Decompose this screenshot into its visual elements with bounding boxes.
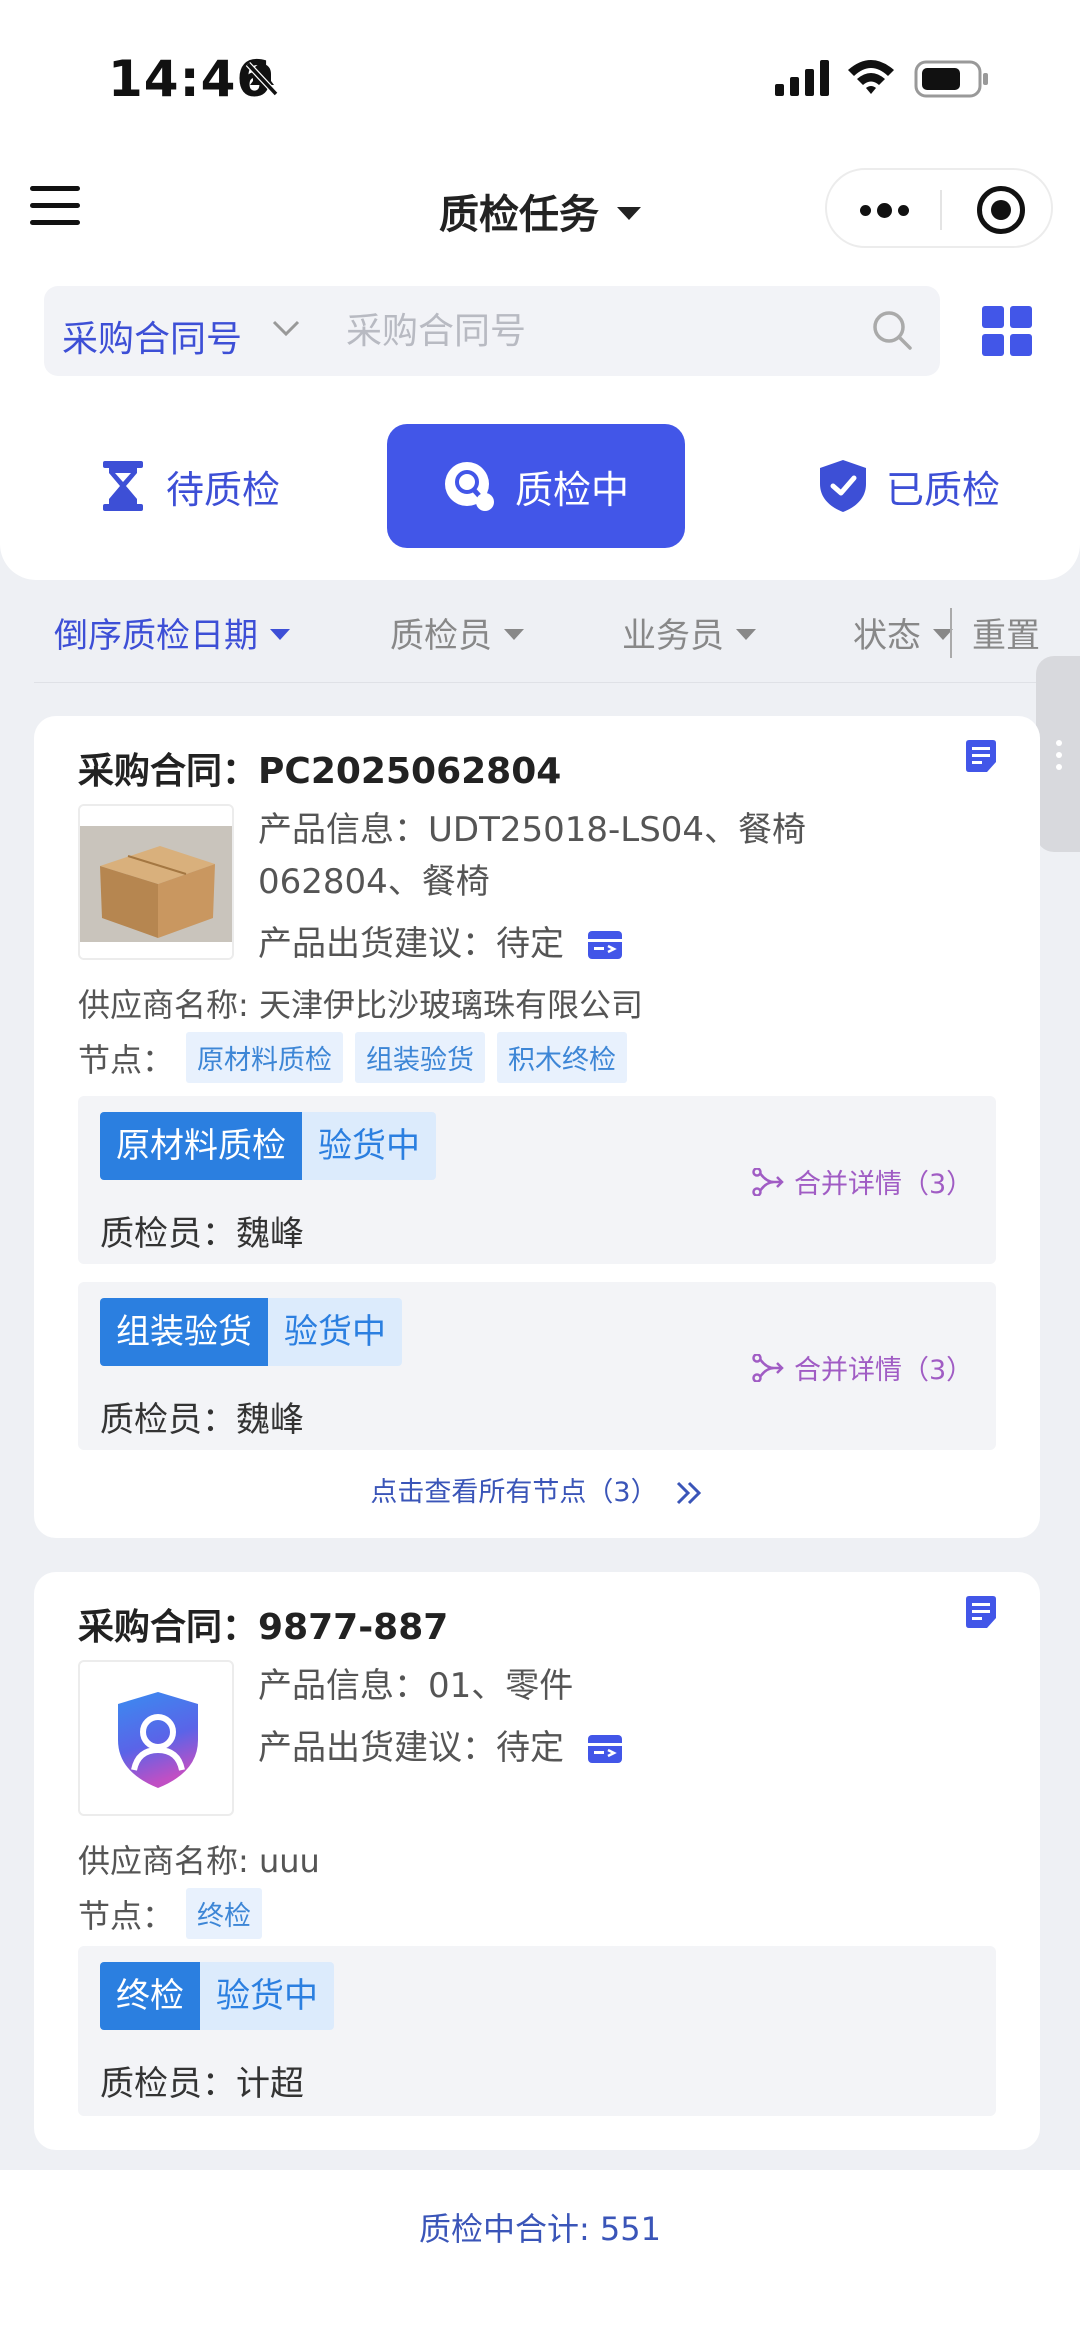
contract-title-prefix: 采购合同： [78, 751, 259, 792]
filter-divider-line [34, 682, 1046, 683]
hourglass-icon [102, 461, 143, 511]
inspector-name: 质检员：魏峰 [100, 1400, 304, 1440]
nodes-label: 节点： [78, 1896, 175, 1935]
page-title-text: 质检任务 [439, 192, 599, 238]
salesman-filter-label: 业务员 [622, 616, 724, 656]
inspecting-total: 质检中合计: 551 [418, 2210, 662, 2248]
stage-badge: 组装验货 验货中 [100, 1298, 402, 1366]
tab-inspecting[interactable]: 质检中 [387, 424, 685, 548]
caret-down-icon [736, 629, 756, 640]
search-type-select[interactable]: 采购合同号 [62, 310, 242, 362]
merge-details-label: 合并详情（3） [794, 1169, 974, 1200]
shipment-advice: 产品出货建议：待定 [258, 1722, 622, 1774]
product-info: 产品信息：UDT25018-LS04、餐椅062804、餐椅 [258, 810, 807, 902]
node-tags: 节点： 原材料质检 组装验货 积木终检 [78, 1032, 628, 1083]
sort-date-filter[interactable]: 倒序质检日期 [54, 608, 290, 657]
document-icon[interactable] [966, 740, 996, 772]
view-all-nodes-label: 点击查看所有节点（3） [370, 1477, 658, 1508]
tab-inspected[interactable]: 已质检 [790, 424, 1030, 548]
shipment-icon[interactable] [588, 929, 622, 961]
shipment-advice-text: 产品出货建议：待定 [258, 924, 564, 964]
nodes-label: 节点： [78, 1040, 175, 1079]
supplier-name: 供应商名称: uuu [78, 1842, 320, 1880]
filter-bar: 倒序质检日期 质检员 业务员 状态 重置 [0, 600, 1080, 680]
inspection-stage[interactable]: 原材料质检 验货中 合并详情（3） 质检员：魏峰 [78, 1096, 996, 1264]
caret-down-icon [504, 629, 524, 640]
inspector-name: 质检员：计超 [100, 2064, 304, 2104]
shipment-advice-text: 产品出货建议：待定 [258, 1728, 564, 1768]
wifi-icon [848, 60, 894, 94]
grid-view-icon[interactable] [982, 306, 1032, 356]
contract-number: PC2025062804 [258, 751, 562, 792]
caret-down-icon [617, 207, 641, 220]
summary-bar: 质检中合计: 551 [0, 2170, 1080, 2341]
chevron-down-icon[interactable] [266, 308, 306, 348]
contract-number: 9877-887 [258, 1607, 449, 1648]
stage-status: 验货中 [302, 1112, 436, 1180]
shipment-icon[interactable] [588, 1733, 622, 1765]
stage-badge: 原材料质检 验货中 [100, 1112, 436, 1180]
supplier-name: 供应商名称: 天津伊比沙玻璃珠有限公司 [78, 986, 643, 1024]
stage-name: 终检 [100, 1962, 200, 2030]
search-input[interactable] [346, 302, 866, 360]
node-tag: 组装验货 [355, 1032, 486, 1083]
contract-title: 采购合同：PC2025062804 [78, 742, 561, 794]
stage-status: 验货中 [268, 1298, 402, 1366]
salesman-filter[interactable]: 业务员 [622, 608, 756, 657]
merge-details-label: 合并详情（3） [794, 1355, 974, 1386]
product-thumbnail[interactable] [78, 804, 234, 960]
inspection-stage[interactable]: 终检 验货中 质检员：计超 [78, 1946, 996, 2116]
node-tags: 节点： 终检 [78, 1888, 263, 1939]
status-filter-label: 状态 [853, 616, 921, 656]
inspect-search-icon [444, 462, 494, 511]
tab-pending-label: 待质检 [165, 467, 280, 512]
shield-check-icon [819, 460, 866, 512]
close-target-icon[interactable] [977, 186, 1025, 234]
inspection-stage[interactable]: 组装验货 验货中 合并详情（3） 质检员：魏峰 [78, 1282, 996, 1450]
mini-program-capsule [825, 168, 1053, 248]
sort-date-label: 倒序质检日期 [54, 616, 258, 656]
cellular-signal-icon [775, 60, 829, 96]
node-tag: 积木终检 [497, 1032, 628, 1083]
inspector-name: 质检员：魏峰 [100, 1214, 304, 1254]
tab-inspected-label: 已质检 [885, 467, 1000, 512]
stage-name: 组装验货 [100, 1298, 268, 1366]
merge-icon [752, 1353, 784, 1382]
side-drawer-handle[interactable] [1036, 656, 1080, 852]
tab-pending-inspection[interactable]: 待质检 [60, 424, 320, 548]
product-thumbnail[interactable] [78, 1660, 234, 1816]
battery-icon [914, 60, 988, 98]
caret-down-icon [270, 629, 290, 640]
contract-card[interactable]: 采购合同：PC2025062804 产品信息：UDT25018-LS04、餐椅0… [34, 716, 1040, 1538]
more-options-icon[interactable] [860, 203, 909, 218]
node-tag: 原材料质检 [186, 1032, 344, 1083]
merge-details-link[interactable]: 合并详情（3） [752, 1348, 973, 1387]
search-icon[interactable] [870, 308, 916, 354]
search-bar: 采购合同号 [44, 286, 940, 376]
contract-title-prefix: 采购合同： [78, 1607, 259, 1648]
stage-status: 验货中 [200, 1962, 334, 2030]
merge-icon [752, 1167, 784, 1196]
tab-inspecting-label: 质检中 [514, 467, 629, 512]
node-tag: 终检 [186, 1888, 263, 1939]
cardboard-box-image [80, 806, 232, 958]
view-all-nodes-link[interactable]: 点击查看所有节点（3） [34, 1470, 1040, 1509]
reset-button[interactable]: 重置 [972, 608, 1040, 657]
bell-muted-icon [245, 61, 279, 97]
contract-title: 采购合同：9877-887 [78, 1598, 448, 1650]
inspector-filter-label: 质检员 [390, 616, 492, 656]
filter-divider [950, 608, 952, 658]
document-icon[interactable] [966, 1596, 996, 1628]
product-info: 产品信息：01、零件 [258, 1666, 574, 1706]
contract-card[interactable]: 采购合同：9877-887 产品信息：01、零件 产品出货建议：待定 供应商名称… [34, 1572, 1040, 2150]
double-chevron-right-icon [676, 1481, 701, 1505]
shipment-advice: 产品出货建议：待定 [258, 918, 622, 970]
user-shield-image [118, 1692, 198, 1788]
inspector-filter[interactable]: 质检员 [390, 608, 524, 657]
merge-details-link[interactable]: 合并详情（3） [752, 1162, 973, 1201]
stage-badge: 终检 验货中 [100, 1962, 334, 2030]
stage-name: 原材料质检 [100, 1112, 302, 1180]
status-filter[interactable]: 状态 [853, 608, 953, 657]
capsule-divider [940, 190, 942, 230]
